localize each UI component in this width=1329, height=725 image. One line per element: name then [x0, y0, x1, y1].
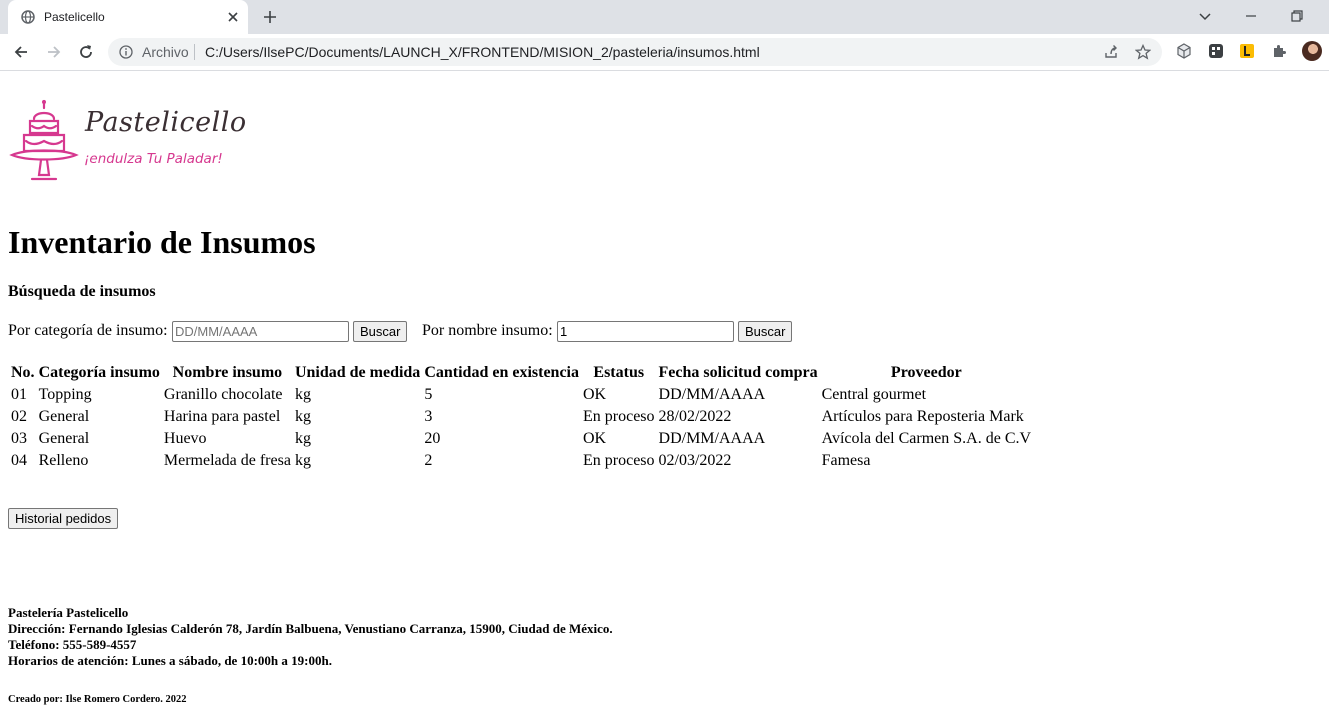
cell-quantity: 20 — [424, 430, 441, 447]
footer-business: Pastelería Pastelicello — [8, 605, 129, 620]
header-status: Estatus — [593, 364, 645, 381]
history-orders-button[interactable]: Historial pedidos — [8, 508, 119, 529]
footer-phone: Teléfono: 555-589-4557 — [8, 637, 137, 652]
bookmark-star-icon[interactable] — [1135, 44, 1151, 60]
table-row: 03 General Huevo kg 20 OK DD/MM/AAAA Aví… — [10, 429, 1032, 449]
header-supplier: Proveedor — [890, 364, 962, 381]
site-info-icon[interactable] — [119, 45, 133, 59]
category-search-label: Por categoría de insumo: — [8, 322, 168, 339]
url-separator — [194, 44, 195, 60]
cell-name: Huevo — [163, 430, 207, 447]
browser-tab[interactable]: Pastelicello — [8, 0, 248, 34]
forward-arrow-icon[interactable] — [45, 43, 63, 61]
footer: Pastelería Pastelicello Dirección: Ferna… — [8, 605, 613, 669]
cake-stand-icon — [9, 99, 79, 181]
table-row: 01 Topping Granillo chocolate kg 5 OK DD… — [10, 385, 1032, 405]
logo-tagline: ¡endulza Tu Paladar! — [84, 151, 223, 167]
cell-status: En proceso — [582, 452, 655, 469]
cell-supplier: Artículos para Reposteria Mark — [821, 408, 1024, 425]
profile-avatar[interactable] — [1302, 41, 1322, 61]
name-search-button[interactable]: Buscar — [738, 321, 793, 342]
cell-unit: kg — [294, 430, 311, 447]
page-content: Pastelicello ¡endulza Tu Paladar! Invent… — [0, 71, 1329, 725]
reload-icon[interactable] — [77, 43, 95, 61]
cell-name: Mermelada de fresa — [163, 452, 291, 469]
share-icon[interactable] — [1103, 44, 1119, 60]
cell-status: En proceso — [582, 408, 655, 425]
name-search-label: Por nombre insumo: — [422, 322, 553, 339]
header-name: Nombre insumo — [172, 364, 283, 381]
close-tab-icon[interactable] — [225, 9, 241, 25]
cell-quantity: 5 — [424, 386, 433, 403]
cell-date: 28/02/2022 — [658, 408, 732, 425]
name-search-input[interactable] — [557, 321, 734, 342]
tab-title: Pastelicello — [44, 10, 105, 24]
header-no: No. — [11, 364, 35, 381]
minimize-icon[interactable] — [1243, 8, 1259, 24]
address-bar[interactable]: Archivo C:/Users/IlsePC/Documents/LAUNCH… — [108, 38, 1162, 66]
extensions-puzzle-icon[interactable] — [1271, 43, 1287, 59]
inventory-table: No. Categoría insumo Nombre insumo Unida… — [8, 361, 1034, 473]
globe-icon — [21, 10, 35, 24]
url-scheme: Archivo — [142, 44, 189, 60]
cell-category: Topping — [38, 386, 92, 403]
cell-date: 02/03/2022 — [658, 452, 732, 469]
logo-name: Pastelicello — [85, 107, 247, 138]
cell-supplier: Famesa — [821, 452, 871, 469]
cell-category: Relleno — [38, 452, 89, 469]
notes-extension-icon[interactable] — [1239, 43, 1255, 59]
header-quantity: Cantidad en existencia — [424, 364, 579, 381]
cell-status: OK — [582, 386, 607, 403]
cell-supplier: Central gourmet — [821, 386, 927, 403]
url-text[interactable]: C:/Users/IlsePC/Documents/LAUNCH_X/FRONT… — [205, 44, 760, 60]
header-unit: Unidad de medida — [294, 364, 421, 381]
new-tab-icon[interactable] — [262, 9, 278, 25]
header-date: Fecha solicitud compra — [658, 364, 818, 381]
cell-name: Granillo chocolate — [163, 386, 283, 403]
cell-unit: kg — [294, 408, 311, 425]
restore-icon[interactable] — [1289, 8, 1305, 24]
search-heading: Búsqueda de insumos — [8, 283, 156, 300]
table-header-row: No. Categoría insumo Nombre insumo Unida… — [10, 363, 1032, 383]
grid-extension-icon[interactable] — [1208, 43, 1224, 59]
category-search-input[interactable] — [172, 321, 349, 342]
cell-date: DD/MM/AAAA — [658, 386, 766, 403]
header-category: Categoría insumo — [38, 364, 160, 381]
browser-toolbar: Archivo C:/Users/IlsePC/Documents/LAUNCH… — [0, 34, 1329, 71]
cell-name: Harina para pastel — [163, 408, 281, 425]
cell-status: OK — [582, 430, 607, 447]
cell-unit: kg — [294, 452, 311, 469]
cell-no: 02 — [11, 408, 27, 425]
tab-search-chevron-icon[interactable] — [1197, 8, 1213, 24]
footer-address: Dirección: Fernando Iglesias Calderón 78… — [8, 621, 613, 636]
cell-no: 04 — [11, 452, 27, 469]
table-row: 02 General Harina para pastel kg 3 En pr… — [10, 407, 1032, 427]
cell-quantity: 2 — [424, 452, 433, 469]
page-title: Inventario de Insumos — [8, 224, 316, 260]
back-arrow-icon[interactable] — [12, 43, 30, 61]
footer-hours: Horarios de atención: Lunes a sábado, de… — [8, 653, 332, 668]
table-row: 04 Relleno Mermelada de fresa kg 2 En pr… — [10, 451, 1032, 471]
cell-category: General — [38, 430, 90, 447]
cell-quantity: 3 — [424, 408, 433, 425]
cell-category: General — [38, 408, 90, 425]
cell-supplier: Avícola del Carmen S.A. de C.V — [821, 430, 1032, 447]
cell-unit: kg — [294, 386, 311, 403]
cell-date: DD/MM/AAAA — [658, 430, 766, 447]
tab-strip: Pastelicello — [0, 0, 1329, 34]
credits: Creado por: Ilse Romero Cordero. 2022 — [8, 694, 187, 705]
cell-no: 01 — [11, 386, 27, 403]
logo: Pastelicello ¡endulza Tu Paladar! — [8, 99, 258, 183]
cell-no: 03 — [11, 430, 27, 447]
category-search-button[interactable]: Buscar — [353, 321, 408, 342]
cube-extension-icon[interactable] — [1176, 43, 1192, 59]
